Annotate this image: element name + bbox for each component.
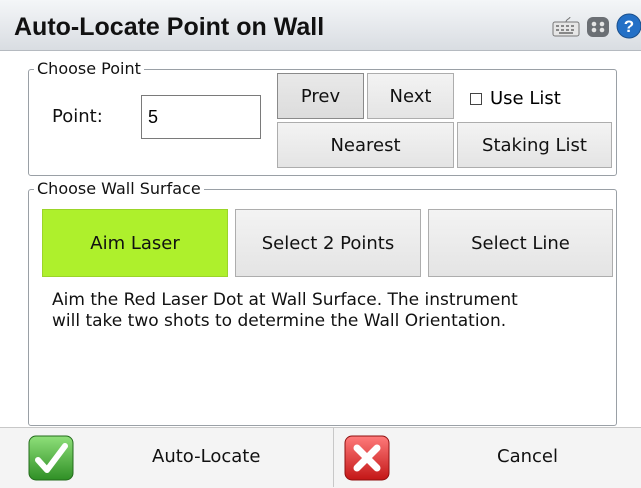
nearest-button[interactable]: Nearest xyxy=(277,122,454,168)
cancel-label: Cancel xyxy=(497,446,558,467)
next-label: Next xyxy=(389,85,432,107)
select-line-label: Select Line xyxy=(471,232,570,254)
title-bar: Auto-Locate Point on Wall ? xyxy=(0,0,641,51)
checkbox-box[interactable] xyxy=(470,92,482,105)
nearest-label: Nearest xyxy=(330,134,401,156)
staking-list-label: Staking List xyxy=(482,134,587,156)
aim-laser-label: Aim Laser xyxy=(90,232,180,254)
point-label: Point: xyxy=(52,106,103,127)
cancel-button[interactable]: Cancel xyxy=(334,427,641,487)
choose-point-legend: Choose Point xyxy=(34,59,144,78)
use-list-checkbox[interactable]: Use List xyxy=(470,88,561,109)
prev-button[interactable]: Prev xyxy=(277,73,364,119)
window-title: Auto-Locate Point on Wall xyxy=(14,13,325,41)
wall-surface-description: Aim the Red Laser Dot at Wall Surface. T… xyxy=(52,290,518,332)
keyboard-icon[interactable] xyxy=(552,17,580,37)
auto-locate-button[interactable]: Auto-Locate xyxy=(0,427,333,487)
select-line-button[interactable]: Select Line xyxy=(428,209,613,277)
use-list-label: Use List xyxy=(490,88,561,109)
select-2-points-button[interactable]: Select 2 Points xyxy=(235,209,421,277)
auto-locate-label: Auto-Locate xyxy=(152,446,261,467)
description-line-2: will take two shots to determine the Wal… xyxy=(52,311,507,331)
description-line-1: Aim the Red Laser Dot at Wall Surface. T… xyxy=(52,290,518,310)
gamepad-icon[interactable] xyxy=(586,15,610,39)
point-input[interactable] xyxy=(141,95,261,139)
prev-label: Prev xyxy=(300,85,341,107)
next-button[interactable]: Next xyxy=(367,73,454,119)
help-icon[interactable]: ? xyxy=(616,13,641,40)
wall-surface-legend: Choose Wall Surface xyxy=(34,179,204,198)
select-2-points-label: Select 2 Points xyxy=(261,232,395,254)
staking-list-button[interactable]: Staking List xyxy=(457,122,612,168)
svg-text:?: ? xyxy=(624,17,634,36)
aim-laser-button[interactable]: Aim Laser xyxy=(42,209,228,277)
green-check-icon xyxy=(28,435,74,481)
red-x-icon xyxy=(344,435,390,481)
